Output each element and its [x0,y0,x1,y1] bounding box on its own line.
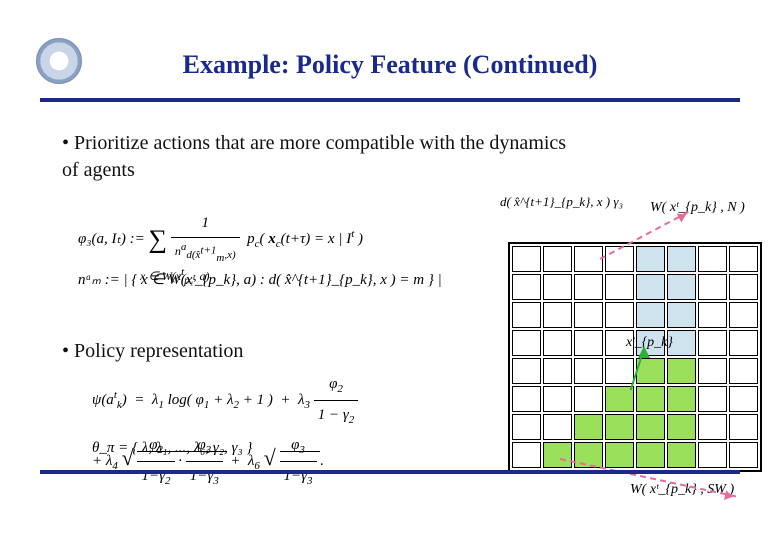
grid-cell [636,302,665,328]
grid-cell [729,414,758,440]
grid-cell [512,330,541,356]
grid-cell [543,386,572,412]
grid-cell [512,414,541,440]
grid-cell [605,274,634,300]
grid-cell [729,330,758,356]
grid-cell [667,414,696,440]
divider-bottom [40,470,740,474]
grid-cell [512,358,541,384]
grid-cell [636,442,665,468]
divider-top [40,98,740,102]
grid-cell [698,358,727,384]
grid-cell [667,302,696,328]
slide-title: Example: Policy Feature (Continued) [0,50,780,80]
grid-cell [729,274,758,300]
grid-cell [574,330,603,356]
grid-cell [512,246,541,272]
slide: Example: Policy Feature (Continued) Prio… [0,0,780,540]
grid-cell [729,302,758,328]
grid-cell [543,414,572,440]
grid-cell [667,386,696,412]
grid-cell [543,442,572,468]
grid-cell [667,442,696,468]
grid-cell [512,442,541,468]
equation-theta: θ_π = { λ, λ₁, ..., λ₆, γ₂, γ₃ } [92,440,532,457]
grid-cell [574,358,603,384]
grid-cell [729,386,758,412]
grid-cell [512,302,541,328]
grid-cell [729,246,758,272]
grid-cell [543,358,572,384]
grid-cell [574,302,603,328]
grid-cell [667,358,696,384]
grid-cell [636,274,665,300]
grid-cell [574,386,603,412]
bullet-1: Prioritize actions that are more compati… [62,130,582,184]
label-w-north: W( xᵗ_{p_k} , N ) [650,200,745,216]
grid-cell [605,302,634,328]
grid-cell [543,274,572,300]
grid-cell [636,246,665,272]
grid-cell [543,330,572,356]
grid-cell [605,246,634,272]
grid-cell [636,414,665,440]
grid-cell [698,302,727,328]
bullet-2: Policy representation [62,340,243,363]
grid-cell [698,330,727,356]
grid-cell [667,274,696,300]
grid-cell [636,386,665,412]
eq-phi3-head: φ₃(a, Iₜ) := [78,231,145,247]
grid-cell [698,246,727,272]
grid-cell [574,274,603,300]
grid-cell [605,358,634,384]
grid-cell [729,442,758,468]
grid-cell [543,302,572,328]
grid-cell [512,386,541,412]
grid-cell [698,274,727,300]
grid-cell [605,414,634,440]
grid-cell [574,246,603,272]
grid-cell [729,358,758,384]
grid-cell [698,442,727,468]
equation-nm: nᵃₘ := | { x ∈ W(xᵗ_{p_k}, a) : d( x̂^{t… [78,270,558,289]
grid-cell [605,442,634,468]
grid-cell [574,414,603,440]
label-d-gamma: d( x̂^{t+1}_{p_k}, x ) γ₃ [500,194,623,210]
grid-cell [698,386,727,412]
grid-diagram [508,242,762,472]
grid-cell [543,246,572,272]
grid-cell [667,246,696,272]
grid-cell [698,414,727,440]
grid-cell [512,274,541,300]
